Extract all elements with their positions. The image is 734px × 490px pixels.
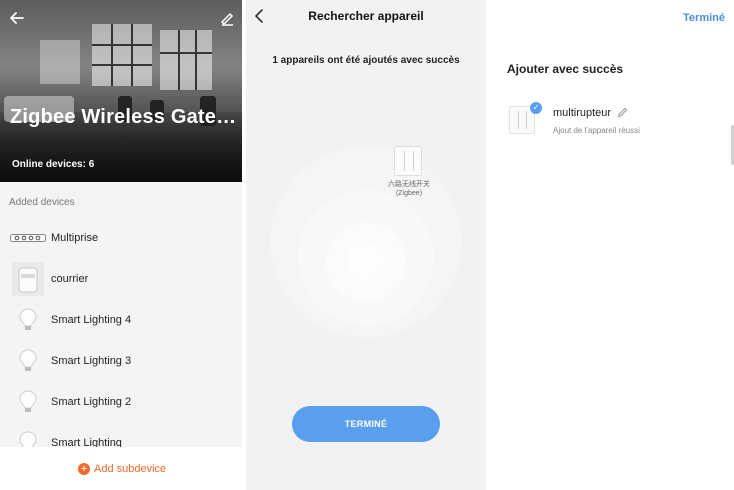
- online-devices-count: Online devices: 6: [12, 159, 95, 170]
- device-name: multirupteur: [553, 107, 612, 119]
- device-label: Multiprise: [51, 232, 99, 244]
- found-device-caption: 六路无线开关 (Zigbee): [366, 180, 452, 198]
- device-row-smart-lighting-3[interactable]: Smart Lighting 3: [0, 341, 242, 381]
- device-status: Ajout de l'appareil réussi: [553, 126, 640, 135]
- done-link[interactable]: Terminé: [683, 12, 725, 24]
- bulb-icon: [10, 300, 46, 340]
- screenshot-root: Zigbee Wireless Gatew... Online devices:…: [0, 0, 734, 490]
- radar-center: [346, 242, 386, 282]
- search-device-panel: Rechercher appareil 1 appareils ont été …: [246, 0, 486, 490]
- device-row-smart-lighting-2[interactable]: Smart Lighting 2: [0, 382, 242, 422]
- bottom-bar: + Add subdevice: [0, 447, 242, 490]
- device-label: courrier: [51, 273, 89, 285]
- success-message: 1 appareils ont été ajoutés avec succès: [272, 55, 460, 66]
- add-subdevice-label: Add subdevice: [94, 463, 167, 475]
- page-title: Rechercher appareil: [308, 9, 424, 23]
- add-subdevice-button[interactable]: + Add subdevice: [78, 461, 166, 477]
- pencil-icon[interactable]: [617, 107, 628, 118]
- found-device-switch-icon[interactable]: [394, 146, 422, 176]
- device-row-smart-lighting-4[interactable]: Smart Lighting 4: [0, 300, 242, 340]
- bulb-icon: [10, 341, 46, 381]
- edit-icon[interactable]: [219, 10, 235, 26]
- plus-icon: +: [78, 463, 90, 475]
- device-label: Smart Lighting 4: [51, 314, 132, 326]
- device-row-multiprise[interactable]: Multiprise: [0, 218, 242, 258]
- hero-image: [0, 0, 242, 182]
- gateway-panel: Zigbee Wireless Gatew... Online devices:…: [0, 0, 242, 490]
- device-label: Smart Lighting 2: [51, 396, 132, 408]
- back-arrow-icon[interactable]: [8, 9, 26, 27]
- power-strip-icon: [10, 218, 46, 258]
- gateway-title: Zigbee Wireless Gatew...: [10, 106, 240, 128]
- device-label: Smart Lighting 3: [51, 355, 132, 367]
- check-badge-icon: ✓: [530, 102, 542, 114]
- done-button[interactable]: TERMINÉ: [292, 406, 440, 442]
- section-title: Ajouter avec succès: [507, 62, 624, 76]
- bulb-icon: [10, 382, 46, 422]
- mailbox-sensor-icon: [10, 259, 46, 299]
- found-device-caption-line1: 六路无线开关: [388, 181, 430, 188]
- added-devices-heading: Added devices: [9, 197, 75, 208]
- add-success-panel: Terminé Ajouter avec succès ✓ multirupte…: [487, 0, 734, 490]
- device-row-courrier[interactable]: courrier: [0, 259, 242, 299]
- found-device-caption-line2: (Zigbee): [395, 190, 423, 197]
